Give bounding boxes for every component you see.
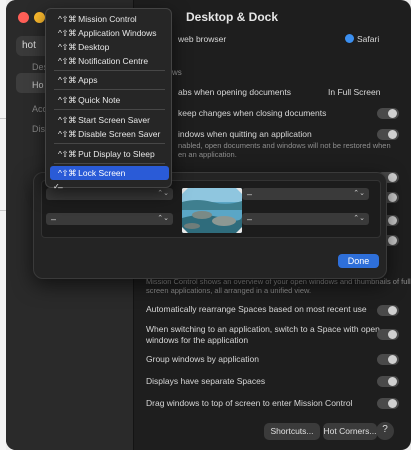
hot-corners-button[interactable]: Hot Corners...: [323, 423, 377, 440]
chevron-updown-icon: ⌃⌄: [353, 190, 365, 197]
switch-space-label: When switching to an application, switch…: [146, 324, 380, 334]
close-button[interactable]: [18, 12, 29, 23]
prefer-tabs-popup[interactable]: In Full Screen: [328, 87, 380, 97]
menu-item-start-screen-saver[interactable]: ^⇧⌘ Start Screen Saver: [50, 113, 169, 127]
group-windows-label: Group windows by application: [146, 354, 259, 364]
default-browser-popup[interactable]: Safari: [345, 34, 379, 44]
menu-item-mission-control[interactable]: ^⇧⌘ Mission Control: [50, 12, 169, 26]
menu-separator: [54, 163, 165, 164]
close-windows-desc: nabled, open documents and windows will …: [178, 141, 391, 150]
menu-item-application-windows[interactable]: ^⇧⌘ Application Windows: [50, 26, 169, 40]
separate-spaces-label: Displays have separate Spaces: [146, 376, 266, 386]
default-browser-label: web browser: [178, 34, 227, 44]
mission-control-desc-2: screen applications, all arranged in a u…: [146, 286, 312, 295]
menu-separator: [54, 143, 165, 144]
menu-item-put-display-to-sleep[interactable]: ^⇧⌘ Put Display to Sleep: [50, 147, 169, 161]
ask-keep-changes-toggle[interactable]: [377, 108, 399, 119]
separate-spaces-toggle[interactable]: [377, 376, 399, 387]
minimize-button[interactable]: [34, 12, 45, 23]
done-button[interactable]: Done: [338, 254, 379, 268]
menu-item-desktop[interactable]: ^⇧⌘ Desktop: [50, 40, 169, 54]
menu-separator: [54, 109, 165, 110]
switch-space-toggle[interactable]: [377, 329, 399, 340]
bottom-right-corner-select[interactable]: – ⌃⌄: [242, 213, 369, 225]
sidebar-item-label[interactable]: Dis: [32, 124, 45, 134]
menu-item-notification-centre[interactable]: ^⇧⌘ Notification Centre: [50, 54, 169, 68]
chevron-updown-icon: ⌃⌄: [157, 215, 169, 222]
checkmark-icon: ✓: [53, 182, 60, 191]
menu-item-lock-screen[interactable]: ^⇧⌘ Lock Screen: [50, 166, 169, 180]
menu-separator: [54, 89, 165, 90]
hot-corner-action-menu: ^⇧⌘ Mission Control ^⇧⌘ Application Window…: [45, 8, 172, 192]
close-windows-desc-2: en an application.: [178, 150, 237, 159]
auto-rearrange-label: Automatically rearrange Spaces based on …: [146, 304, 367, 314]
group-windows-toggle[interactable]: [377, 354, 399, 365]
drag-windows-label: Drag windows to top of screen to enter M…: [146, 398, 353, 408]
sidebar-item-label[interactable]: Ho: [32, 80, 44, 90]
drag-windows-toggle[interactable]: [377, 398, 399, 409]
bottom-left-corner-select[interactable]: – ⌃⌄: [46, 213, 173, 225]
close-windows-toggle[interactable]: [377, 129, 399, 140]
switch-space-label-2: windows for the application: [146, 335, 249, 345]
top-right-corner-select[interactable]: – ⌃⌄: [242, 188, 369, 200]
help-button[interactable]: ?: [376, 422, 394, 440]
menu-item-quick-note[interactable]: ^⇧⌘ Quick Note: [50, 93, 169, 107]
prefer-tabs-label: abs when opening documents: [178, 87, 291, 97]
menu-item-disable-screen-saver[interactable]: ^⇧⌘ Disable Screen Saver: [50, 127, 169, 141]
section-label: ws: [172, 68, 182, 77]
ask-keep-changes-label: keep changes when closing documents: [178, 108, 327, 118]
shortcuts-button[interactable]: Shortcuts...: [264, 423, 320, 440]
desktop-preview-image: [182, 188, 242, 233]
auto-rearrange-toggle[interactable]: [377, 305, 399, 316]
chevron-updown-icon: ⌃⌄: [353, 215, 365, 222]
close-windows-label: indows when quitting an application: [178, 129, 312, 139]
safari-icon: [345, 34, 354, 43]
window-title: Desktop & Dock: [186, 10, 279, 24]
menu-item-apps[interactable]: ^⇧⌘ Apps: [50, 73, 169, 87]
menu-item-none[interactable]: ✓ –: [50, 181, 169, 194]
menu-separator: [54, 70, 165, 71]
